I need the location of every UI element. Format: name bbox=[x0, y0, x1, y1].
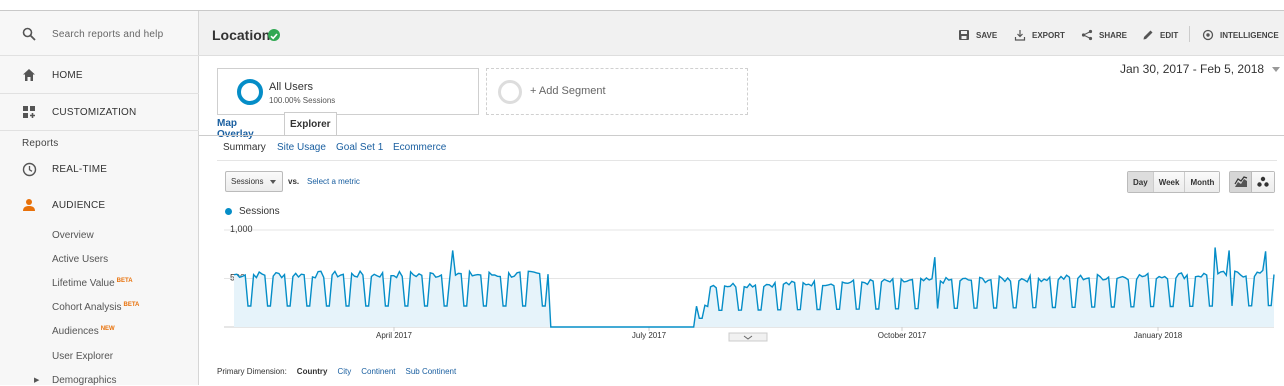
edit-button[interactable]: EDIT bbox=[1142, 29, 1178, 41]
primary-dimension-label: Primary Dimension: bbox=[217, 367, 287, 376]
pencil-icon bbox=[1143, 30, 1153, 40]
page-title: Location bbox=[212, 27, 271, 43]
sidebar-item-label: AUDIENCE bbox=[52, 199, 106, 211]
select-metric-link[interactable]: Select a metric bbox=[307, 177, 360, 186]
export-button[interactable]: EXPORT bbox=[1014, 29, 1065, 41]
subtab-summary[interactable]: Summary bbox=[223, 142, 266, 153]
new-badge: NEW bbox=[100, 326, 115, 332]
top-strip bbox=[0, 0, 1284, 11]
subtab-ecommerce[interactable]: Ecommerce bbox=[393, 142, 446, 153]
date-range-picker[interactable]: Jan 30, 2017 - Feb 5, 2018 bbox=[1120, 62, 1281, 76]
x-tick-label: April 2017 bbox=[376, 331, 413, 340]
x-tick-label: July 2017 bbox=[632, 331, 667, 340]
sidebar-subitem-active-users[interactable]: Active Users bbox=[52, 254, 108, 265]
empty-segment-ring-icon bbox=[498, 80, 522, 104]
chart-legend: Sessions bbox=[225, 206, 280, 217]
tab-divider bbox=[199, 135, 1284, 136]
dimension-city[interactable]: City bbox=[337, 367, 351, 376]
export-icon bbox=[1014, 30, 1026, 41]
chart-type-buttons bbox=[1229, 171, 1275, 193]
share-button[interactable]: SHARE bbox=[1081, 29, 1127, 41]
sidebar-item-label: CUSTOMIZATION bbox=[52, 106, 137, 118]
sidebar-item-audience[interactable]: AUDIENCE bbox=[0, 193, 199, 217]
share-icon bbox=[1081, 29, 1093, 41]
sidebar-item-customization[interactable]: CUSTOMIZATION bbox=[0, 100, 199, 124]
dashboard-add-icon bbox=[20, 103, 38, 121]
dropdown-caret-icon bbox=[270, 180, 276, 184]
sidebar: Search reports and help HOME CUSTOMIZATI… bbox=[0, 11, 199, 386]
sidebar-item-label: REAL-TIME bbox=[52, 163, 108, 175]
subtab-divider bbox=[217, 160, 1277, 161]
add-segment-button[interactable]: + Add Segment bbox=[486, 68, 748, 115]
y-tick-label: 1,000 bbox=[230, 224, 253, 234]
chart-resize-handle bbox=[728, 332, 768, 342]
beta-badge: BETA bbox=[116, 278, 133, 284]
sidebar-subitem-lifetime-value[interactable]: Lifetime Value BETA bbox=[52, 278, 133, 289]
date-range-label: Jan 30, 2017 - Feb 5, 2018 bbox=[1120, 62, 1265, 76]
home-icon bbox=[20, 66, 38, 84]
metric-dropdown[interactable]: Sessions bbox=[225, 171, 283, 192]
line-chart-button[interactable] bbox=[1230, 172, 1252, 192]
day-button[interactable]: Day bbox=[1128, 172, 1154, 192]
save-button[interactable]: SAVE bbox=[958, 29, 997, 41]
subtab-goal-set-1[interactable]: Goal Set 1 bbox=[336, 142, 383, 153]
legend-label: Sessions bbox=[239, 206, 280, 217]
add-segment-label: + Add Segment bbox=[530, 85, 606, 97]
bubble-chart-icon bbox=[1257, 176, 1269, 187]
expand-arrow-icon[interactable]: ▶ bbox=[34, 376, 39, 384]
clock-icon bbox=[20, 160, 38, 178]
segment-all-users[interactable]: All Users 100.00% Sessions bbox=[217, 68, 479, 115]
main-content: Location SAVE EXPORT SHARE EDIT INTELLIG… bbox=[199, 11, 1284, 385]
motion-chart-button[interactable] bbox=[1252, 172, 1274, 192]
chevron-down-icon bbox=[1272, 66, 1281, 72]
search-input[interactable]: Search reports and help bbox=[52, 29, 163, 40]
save-icon bbox=[959, 30, 969, 40]
sidebar-item-label: HOME bbox=[52, 69, 83, 81]
month-button[interactable]: Month bbox=[1185, 172, 1220, 192]
series-dot-icon bbox=[225, 208, 232, 215]
segment-name: All Users bbox=[269, 81, 314, 93]
person-icon bbox=[20, 196, 38, 214]
tab-map-overlay[interactable]: Map Overlay bbox=[212, 112, 259, 140]
x-tick-label: October 2017 bbox=[878, 331, 927, 340]
segment-detail: 100.00% Sessions bbox=[269, 96, 336, 105]
subtab-site-usage[interactable]: Site Usage bbox=[277, 142, 326, 153]
report-header: Location SAVE EXPORT SHARE EDIT INTELLIG… bbox=[199, 11, 1284, 56]
dimension-continent[interactable]: Continent bbox=[361, 367, 395, 376]
dimension-sub-continent[interactable]: Sub Continent bbox=[406, 367, 457, 376]
primary-dimension-bar: Primary Dimension: Country City Continen… bbox=[217, 367, 456, 376]
dimension-country[interactable]: Country bbox=[297, 367, 328, 376]
sidebar-item-realtime[interactable]: REAL-TIME bbox=[0, 157, 199, 181]
search-row[interactable]: Search reports and help bbox=[0, 21, 199, 47]
x-tick-label: January 2018 bbox=[1134, 331, 1183, 340]
toolbar-divider bbox=[1189, 26, 1190, 42]
reports-header: Reports bbox=[0, 135, 199, 151]
sidebar-subitem-audiences[interactable]: Audiences NEW bbox=[52, 326, 115, 337]
sessions-chart: 1,000500April 2017July 2017October 2017J… bbox=[224, 224, 1275, 342]
line-chart-icon bbox=[1233, 176, 1247, 187]
verified-check-icon bbox=[268, 29, 280, 41]
segment-ring-icon bbox=[237, 79, 263, 105]
granularity-buttons: Day Week Month bbox=[1127, 171, 1221, 193]
intelligence-icon bbox=[1202, 29, 1214, 41]
sidebar-subitem-demographics[interactable]: ▶ Demographics bbox=[34, 375, 116, 386]
intelligence-button[interactable]: INTELLIGENCE bbox=[1202, 29, 1279, 41]
sidebar-subitem-cohort-analysis[interactable]: Cohort Analysis BETA bbox=[52, 302, 139, 313]
tab-explorer[interactable]: Explorer bbox=[284, 112, 337, 136]
vs-label: vs. bbox=[288, 177, 300, 186]
week-button[interactable]: Week bbox=[1153, 172, 1186, 192]
sidebar-subitem-overview[interactable]: Overview bbox=[52, 230, 94, 241]
sidebar-item-home[interactable]: HOME bbox=[0, 63, 199, 87]
search-icon bbox=[20, 25, 38, 43]
reports-header-label: Reports bbox=[22, 137, 59, 149]
sidebar-subitem-user-explorer[interactable]: User Explorer bbox=[52, 351, 113, 362]
beta-badge: BETA bbox=[123, 302, 140, 308]
